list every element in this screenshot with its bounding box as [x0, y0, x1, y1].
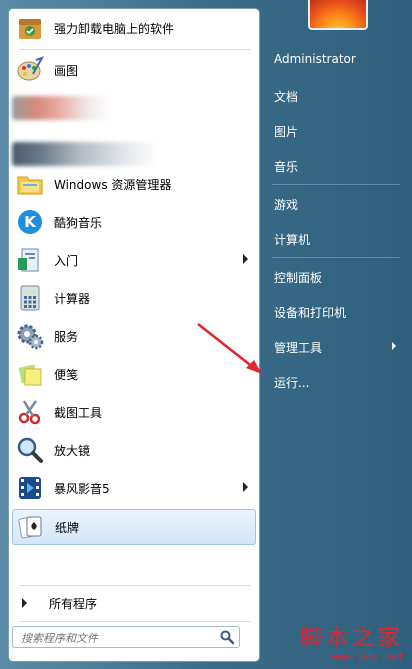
submenu-arrow-icon	[243, 482, 248, 492]
sticky-notes-icon	[16, 360, 44, 388]
program-label: 计算器	[54, 291, 91, 306]
program-label: Windows 资源管理器	[54, 177, 172, 192]
annotation-arrow-icon	[197, 323, 262, 374]
getting-started-icon	[16, 246, 44, 274]
program-blurred-1[interactable]	[12, 91, 256, 125]
link-administrator[interactable]: Administrator	[274, 52, 356, 66]
blurred-app-icon	[12, 142, 158, 166]
baofeng-film-icon	[16, 474, 44, 502]
program-label: 便笺	[54, 367, 79, 382]
all-programs-label: 所有程序	[49, 596, 98, 611]
search-icon[interactable]	[219, 629, 235, 645]
kugou-k-icon: K	[16, 208, 44, 236]
watermark-url: www.jb51.net	[331, 652, 404, 663]
search-box[interactable]	[12, 626, 240, 649]
link-pictures[interactable]: 图片	[274, 123, 298, 140]
blurred-app-icon	[12, 96, 112, 120]
program-label: 酷狗音乐	[54, 215, 103, 230]
places-divider	[272, 257, 400, 258]
svg-text:K: K	[24, 213, 37, 231]
link-run[interactable]: 运行...	[274, 374, 309, 391]
link-computer[interactable]: 计算机	[274, 231, 310, 248]
program-blurred-2[interactable]	[12, 137, 256, 171]
program-label: 强力卸载电脑上的软件	[54, 21, 175, 36]
program-kugou[interactable]: K 酷狗音乐	[12, 205, 256, 239]
program-solitaire[interactable]: 纸牌	[12, 509, 256, 545]
services-gear-icon	[16, 322, 44, 350]
search-input[interactable]	[13, 627, 213, 649]
submenu-arrow-icon	[243, 254, 248, 264]
link-music[interactable]: 音乐	[274, 158, 298, 175]
calculator-icon	[16, 284, 44, 312]
program-label: 暴风影音5	[54, 481, 110, 496]
places-panel: Administrator 文档 图片 音乐 游戏 计算机 控制面板 设备和打印…	[262, 0, 412, 669]
all-programs-button[interactable]: 所有程序	[12, 592, 256, 614]
link-games[interactable]: 游戏	[274, 196, 298, 213]
watermark: 脚本之家 www.jb51.net	[300, 620, 404, 663]
program-snipping-tool[interactable]: 截图工具	[12, 395, 256, 429]
program-baofeng[interactable]: 暴风影音5	[12, 471, 256, 505]
snipping-tool-icon	[16, 398, 44, 426]
link-admin-tools[interactable]: 管理工具	[274, 339, 322, 356]
program-label: 纸牌	[55, 520, 80, 535]
places-divider	[272, 184, 400, 185]
paint-palette-icon	[16, 56, 45, 84]
program-label: 截图工具	[54, 405, 103, 420]
expand-arrow-icon	[22, 598, 27, 608]
program-calculator[interactable]: 计算器	[12, 281, 256, 315]
link-control-panel[interactable]: 控制面板	[274, 269, 322, 286]
user-avatar[interactable]	[308, 0, 368, 30]
solitaire-card-icon	[17, 513, 45, 541]
watermark-title: 脚本之家	[299, 626, 404, 651]
program-label: 服务	[54, 329, 79, 344]
program-magnifier[interactable]: 放大镜	[12, 433, 256, 467]
link-documents[interactable]: 文档	[274, 88, 298, 105]
all-programs-divider	[19, 585, 251, 586]
magnifier-icon	[16, 436, 44, 464]
pinned-divider	[19, 49, 251, 50]
search-divider	[19, 621, 251, 622]
program-paint[interactable]: 画图	[12, 53, 256, 87]
folder-explorer-icon	[16, 170, 44, 198]
program-label: 放大镜	[54, 443, 91, 458]
program-label: 画图	[54, 63, 79, 78]
program-label: 入门	[54, 253, 79, 268]
program-getting-started[interactable]: 入门	[12, 243, 256, 277]
program-uninstaller[interactable]: 强力卸载电脑上的软件	[12, 11, 256, 45]
program-windows-explorer[interactable]: Windows 资源管理器	[12, 167, 256, 201]
link-devices-printers[interactable]: 设备和打印机	[274, 304, 346, 321]
uninstall-box-icon	[16, 14, 44, 42]
submenu-arrow-icon	[392, 342, 396, 350]
